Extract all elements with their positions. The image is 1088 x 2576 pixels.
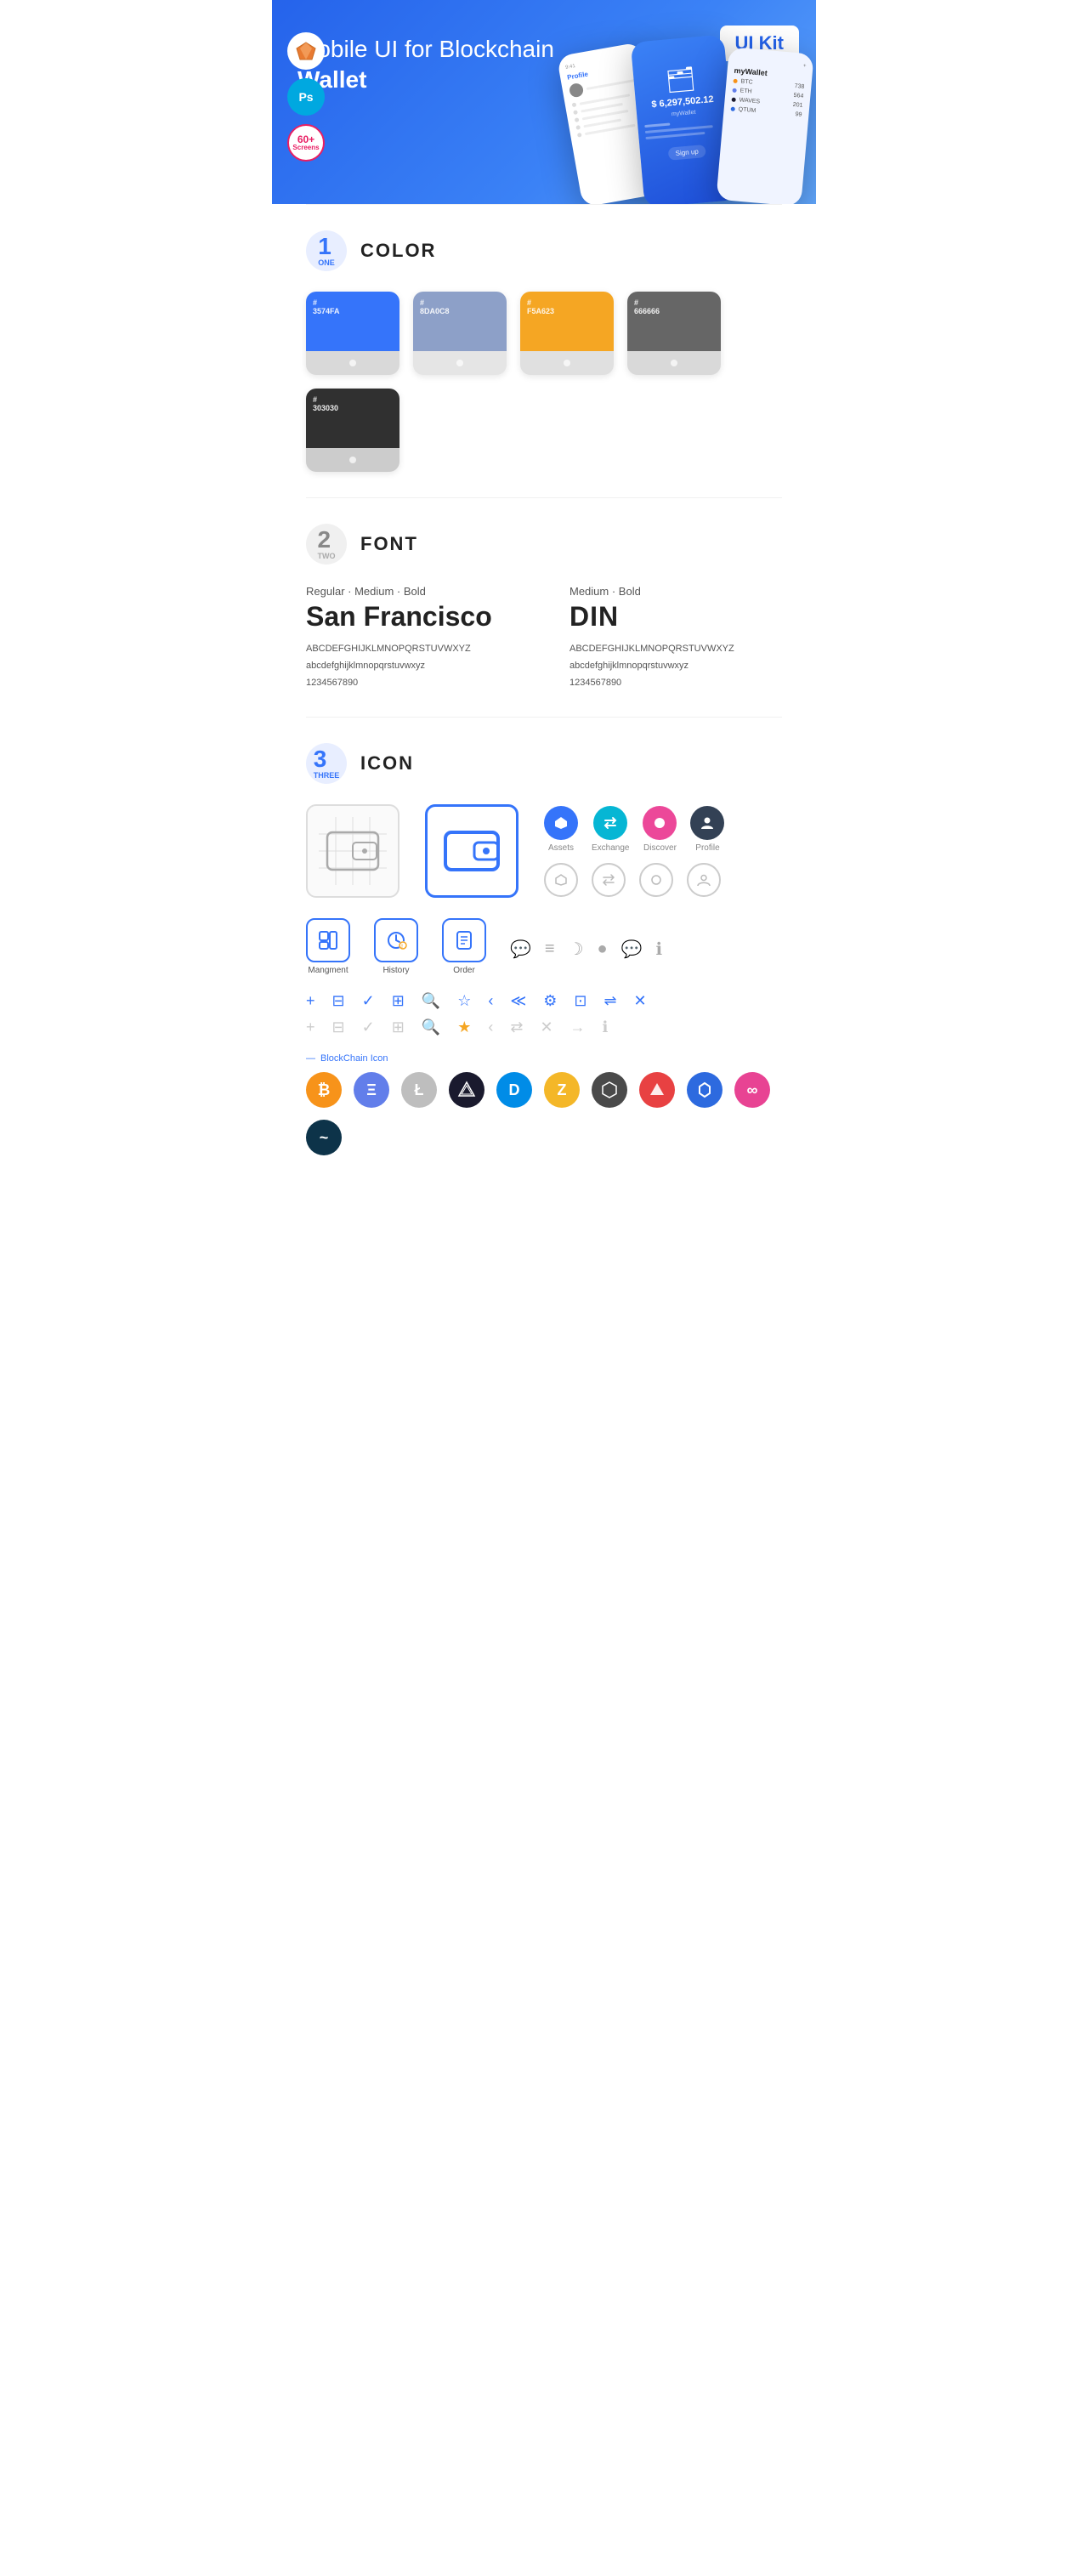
icon-order: Order [442, 918, 486, 975]
icon-section-header: 3 THREE ICON [306, 743, 782, 784]
hero-title: Mobile UI for Blockchain Wallet [298, 34, 586, 96]
list-add-icon-faded: ⊟ [332, 1018, 345, 1036]
icon-profile-outline [687, 863, 721, 897]
swap-icon: ⇌ [604, 992, 616, 1010]
font-section: 2 TWO FONT Regular · Medium · Bold San F… [272, 498, 816, 717]
tool-icons-row-faded: + ⊟ ✓ ⊞ 🔍 ★ ‹ ⇄ ✕ → ℹ [306, 1018, 782, 1036]
nav-icons-group: Assets Exchange [544, 806, 724, 897]
crypto-chainlink [687, 1072, 722, 1108]
hero-tool-badges: Ps 60+ Screens [287, 32, 325, 162]
crypto-bitcoin: ₿ [306, 1072, 342, 1108]
wallet-icon-blue [425, 804, 518, 898]
qr-icon-faded: ⊞ [392, 1018, 405, 1036]
swatch-dark: #303030 [306, 389, 400, 472]
icon-section-num: 3 THREE [306, 743, 347, 784]
plus-icon-faded: + [306, 1018, 315, 1036]
swatch-orange: #F5A623 [520, 292, 614, 375]
svg-text:!: ! [401, 945, 403, 950]
check-icon: ✓ [362, 992, 375, 1010]
crypto-polkadot: ∞ [734, 1072, 770, 1108]
hero-title-regular: Mobile UI for Blockchain [298, 36, 554, 62]
crypto-dash: D [496, 1072, 532, 1108]
list-add-icon: ⊟ [332, 992, 345, 1010]
blockchain-label: BlockChain Icon [306, 1053, 782, 1064]
qr-icon: ⊞ [392, 992, 405, 1010]
font-din-name: DIN [570, 601, 782, 633]
font-sf-name: San Francisco [306, 601, 518, 633]
swatch-slate: #8DA0C8 [413, 292, 507, 375]
dot-icon: ● [598, 939, 608, 959]
info-icon: ℹ [656, 939, 663, 960]
color-section-header: 1 ONE COLOR [306, 230, 782, 271]
check-icon-faded: ✓ [362, 1018, 375, 1036]
icon-discover-outline [639, 863, 673, 897]
font-section-header: 2 TWO FONT [306, 524, 782, 565]
icon-mangment: Mangment [306, 918, 350, 975]
star-icon: ☆ [457, 992, 471, 1010]
crypto-zcash: Z [544, 1072, 580, 1108]
wallet-icon-grid [306, 804, 400, 898]
comment-icon: 💬 [510, 939, 531, 960]
info-icon-faded: ℹ [603, 1018, 609, 1036]
color-section-title: COLOR [360, 240, 436, 262]
menu-icon: ≡ [545, 939, 555, 959]
ps-badge: Ps [287, 78, 325, 116]
phone-mockups: 9:41 Profile 🗂 $ 6,297,502.12 myWallet [552, 38, 816, 204]
forward-icon-faded: → [570, 1018, 586, 1036]
color-section: 1 ONE COLOR #3574FA #8DA0C8 #F5A623 #666… [272, 205, 816, 497]
share-icon: ≪ [510, 992, 526, 1010]
crypto-avalanche [639, 1072, 675, 1108]
color-section-num: 1 ONE [306, 230, 347, 271]
color-swatches: #3574FA #8DA0C8 #F5A623 #666666 #303030 [306, 292, 782, 472]
back-icon-faded: ‹ [488, 1018, 493, 1036]
close-icon-faded: ✕ [540, 1018, 552, 1036]
icon-profile: Profile [690, 806, 724, 853]
screens-badge: 60+ Screens [287, 124, 325, 162]
icon-section: 3 THREE ICON [272, 718, 816, 1206]
search-icon: 🔍 [422, 992, 440, 1010]
bubble-icon: 💬 [621, 939, 643, 960]
phone-mockup-3: + myWallet BTC738 ETH564 WAVES201 QTUM99 [716, 47, 813, 204]
font-din-chars: ABCDEFGHIJKLMNOPQRSTUVWXYZ abcdefghijklm… [570, 641, 782, 691]
font-din-style: Medium · Bold [570, 585, 782, 598]
crypto-litecoin: Ł [401, 1072, 437, 1108]
font-grid: Regular · Medium · Bold San Francisco AB… [306, 585, 782, 691]
hero-section: Mobile UI for Blockchain Wallet UI Kit P… [272, 0, 816, 204]
tool-icons-row-active: + ⊟ ✓ ⊞ 🔍 ☆ ‹ ≪ ⚙ ⊡ ⇌ ✕ [306, 992, 782, 1010]
crypto-stellar: ~ [306, 1120, 342, 1155]
font-sf: Regular · Medium · Bold San Francisco AB… [306, 585, 518, 691]
crypto-iota [592, 1072, 627, 1108]
misc-icons: 💬 ≡ ☽ ● 💬 ℹ [510, 939, 662, 975]
share-icon-faded: ⇄ [510, 1018, 523, 1036]
font-sf-style: Regular · Medium · Bold [306, 585, 518, 598]
tab-icons-row: Mangment ! History [306, 918, 782, 975]
back-icon: ‹ [488, 992, 493, 1010]
star-icon-active: ★ [457, 1018, 471, 1036]
export-icon: ⊡ [574, 992, 586, 1010]
crypto-ethereum: Ξ [354, 1072, 389, 1108]
search-icon-faded: 🔍 [422, 1018, 440, 1036]
settings-icon: ⚙ [543, 992, 557, 1010]
font-din: Medium · Bold DIN ABCDEFGHIJKLMNOPQRSTUV… [570, 585, 782, 691]
icon-assets: Assets [544, 806, 578, 853]
swatch-blue: #3574FA [306, 292, 400, 375]
crypto-icons-row: ₿ Ξ Ł D Z ∞ ~ [306, 1072, 782, 1155]
font-section-title: FONT [360, 533, 418, 555]
swatch-gray: #666666 [627, 292, 721, 375]
icon-discover: Discover [643, 806, 677, 853]
icon-history: ! History [374, 918, 418, 975]
icon-exchange: Exchange [592, 806, 629, 853]
icon-exchange-outline [592, 863, 626, 897]
icon-section-title: ICON [360, 752, 414, 775]
font-section-num: 2 TWO [306, 524, 347, 565]
icon-assets-outline [544, 863, 578, 897]
font-sf-upper: ABCDEFGHIJKLMNOPQRSTUVWXYZ abcdefghijklm… [306, 641, 518, 691]
sketch-badge [287, 32, 325, 70]
moon-icon: ☽ [569, 939, 584, 960]
plus-icon: + [306, 992, 315, 1010]
crypto-nimiq [449, 1072, 484, 1108]
close-icon: ✕ [634, 992, 647, 1010]
